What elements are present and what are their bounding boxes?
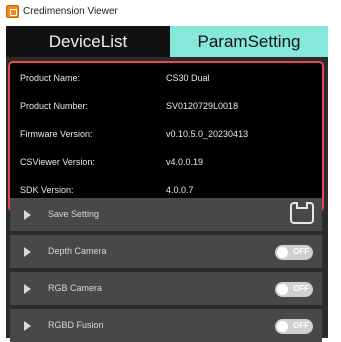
section-rgb-camera[interactable]: RGB Camera OFF xyxy=(10,272,322,305)
section-save-setting[interactable]: Save Setting xyxy=(10,198,322,231)
expand-arrow-icon[interactable] xyxy=(24,247,31,257)
main-panel: DeviceList ParamSetting Product Name: CS… xyxy=(6,26,328,342)
info-value: CS30 Dual xyxy=(166,73,210,83)
info-row-product-name: Product Name: CS30 Dual xyxy=(20,73,320,87)
info-value: v4.0.0.19 xyxy=(166,157,204,167)
app-window: Credimension Viewer DeviceList ParamSett… xyxy=(0,0,341,342)
title-bar: Credimension Viewer xyxy=(0,0,341,23)
info-label: CSViewer Version: xyxy=(20,157,95,167)
toggle-knob xyxy=(277,284,288,295)
app-logo-icon xyxy=(6,5,19,18)
info-row-firmware-version: Firmware Version: v0.10.5.0_20230413 xyxy=(20,129,320,143)
section-rgbd-fusion[interactable]: RGBD Fusion OFF xyxy=(10,309,322,342)
section-label: Depth Camera xyxy=(48,246,107,256)
depth-camera-toggle[interactable]: OFF xyxy=(275,245,313,260)
info-label: Product Number: xyxy=(20,101,89,111)
info-row-product-number: Product Number: SV0120729L0018 xyxy=(20,101,320,115)
save-icon[interactable] xyxy=(290,202,314,224)
info-value: v0.10.5.0_20230413 xyxy=(166,129,249,139)
expand-arrow-icon[interactable] xyxy=(24,210,31,220)
info-value: 4.0.0.7 xyxy=(166,185,194,195)
expand-arrow-icon[interactable] xyxy=(24,321,31,331)
toggle-state: OFF xyxy=(293,247,309,256)
tab-devicelist[interactable]: DeviceList xyxy=(6,26,170,57)
device-info-box: Product Name: CS30 Dual Product Number: … xyxy=(8,61,324,212)
toggle-knob xyxy=(277,247,288,258)
section-depth-camera[interactable]: Depth Camera OFF xyxy=(10,235,322,268)
info-row-sdk-version: SDK Version: 4.0.0.7 xyxy=(20,185,320,199)
info-label: Firmware Version: xyxy=(20,129,93,139)
tab-bar: DeviceList ParamSetting xyxy=(6,26,328,57)
info-label: SDK Version: xyxy=(20,185,74,195)
section-label: Save Setting xyxy=(48,209,100,219)
toggle-knob xyxy=(277,321,288,332)
rgb-camera-toggle[interactable]: OFF xyxy=(275,282,313,297)
section-label: RGB Camera xyxy=(48,283,103,293)
info-value: SV0120729L0018 xyxy=(166,101,239,111)
tab-paramsetting[interactable]: ParamSetting xyxy=(170,26,328,57)
info-row-csviewer-version: CSViewer Version: v4.0.0.19 xyxy=(20,157,320,171)
info-label: Product Name: xyxy=(20,73,81,83)
toggle-state: OFF xyxy=(293,284,309,293)
window-title: Credimension Viewer xyxy=(23,6,118,17)
toggle-state: OFF xyxy=(293,321,309,330)
section-label: RGBD Fusion xyxy=(48,320,104,330)
rgbd-fusion-toggle[interactable]: OFF xyxy=(275,319,313,334)
expand-arrow-icon[interactable] xyxy=(24,284,31,294)
